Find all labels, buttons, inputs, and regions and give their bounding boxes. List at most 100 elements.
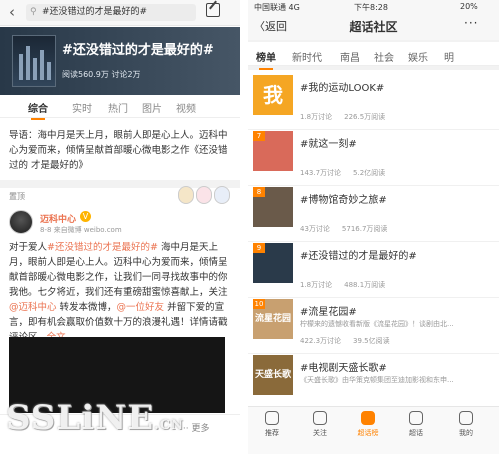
tab-comprehensive[interactable]: 综合: [28, 100, 48, 120]
heart-icon: [313, 411, 327, 425]
topic-name: #就这一刻#: [300, 139, 357, 150]
post-text-part: 对于爱人: [9, 242, 48, 253]
discussion-count: 422.3万讨论: [300, 337, 342, 345]
read-count: 39.5亿阅读: [353, 337, 390, 345]
rank-badge: 9: [253, 243, 265, 253]
tab-realtime[interactable]: 实时: [72, 100, 92, 115]
topic-list-item[interactable]: 流星花园 10 #流星花园# 柠檬来的遗憾收看新版《流星花园》！谈剧由北... 422.…: [248, 294, 499, 354]
more-menu-icon[interactable]: ···: [464, 16, 478, 30]
tab-nanchang[interactable]: 南昌: [340, 49, 360, 64]
search-bar: ‹ ⚲ #还没错过的才是最好的#: [0, 0, 240, 26]
topic-stats: 1.8万讨论 226.5万阅读: [300, 112, 397, 122]
bottom-tab-label: 超话榜: [357, 429, 379, 437]
tab-images[interactable]: 图片: [142, 100, 162, 115]
status-bar: 中国联通 4G 下午8:28 20%: [248, 0, 499, 14]
bottom-tab-label: 超话: [409, 429, 423, 437]
read-count: 5.2亿阅读: [353, 169, 386, 177]
topic-image-text: 天盛长歌: [254, 370, 291, 380]
topic-stats: 422.3万讨论 39.5亿阅读: [300, 336, 402, 346]
user-icon: [459, 411, 473, 425]
tab-hot[interactable]: 热门: [108, 100, 128, 115]
category-tabs: 榜单 新时代 南昌 社会 娱乐 明: [248, 42, 499, 70]
topic-cover-image: [12, 35, 56, 87]
topic-list-item[interactable]: 8 #博物馆奇妙之旅# 43万讨论 5716.7万阅读: [248, 182, 499, 242]
topic-title: #还没错过的才是最好的#: [62, 43, 214, 58]
bottom-tab-supertopic[interactable]: 超话: [396, 411, 436, 438]
discussion-count: 143.7万讨论: [300, 169, 342, 177]
tab-new-era[interactable]: 新时代: [292, 49, 322, 64]
topic-image: 我: [253, 75, 293, 115]
topic-image: 9: [253, 243, 293, 283]
tab-stars[interactable]: 明: [444, 49, 454, 64]
topic-list-item[interactable]: 7 #就这一刻# 143.7万讨论 5.2亿阅读: [248, 126, 499, 186]
bottom-tab-follow[interactable]: 关注: [300, 411, 340, 438]
discussion-count: 1.8万讨论: [300, 113, 333, 121]
topic-name: #我的运动LOOK#: [300, 83, 385, 94]
topic-list-item[interactable]: 9 #还没错过的才是最好的# 1.8万讨论 488.1万阅读: [248, 238, 499, 298]
topic-guide: 导语：海中月是天上月，眼前人即是心上人。迈科中心为爱而来，倾情呈献首部暖心微电影…: [9, 130, 228, 171]
home-icon: [265, 411, 279, 425]
topic-image: 流星花园 10: [253, 299, 293, 339]
bottom-tab-mine[interactable]: 我的: [446, 411, 486, 438]
topic-list: 我 #我的运动LOOK# 1.8万讨论 226.5万阅读 7 #就这一刻# 143.7万讨论…: [248, 70, 499, 410]
tab-entertainment[interactable]: 娱乐: [408, 49, 428, 64]
left-screen: ‹ ⚲ #还没错过的才是最好的# #还没错过的才是最好的# 阅读560.9万 讨…: [0, 0, 240, 454]
search-icon: ⚲: [30, 7, 37, 17]
topic-image: 7: [253, 131, 293, 171]
discussion-count: 43万讨论: [300, 225, 330, 233]
topic-description: 柠檬来的遗憾收看新版《流星花园》！谈剧由北...: [300, 320, 454, 328]
read-count: 488.1万阅读: [344, 281, 386, 289]
battery-text: 20%: [460, 2, 478, 11]
discussion-count: 1.8万讨论: [300, 281, 333, 289]
right-screen: 中国联通 4G 下午8:28 20% 〈返回 超话社区 ··· 榜单 新时代 南…: [248, 0, 499, 454]
mention-link[interactable]: @迈科中心: [9, 302, 57, 313]
result-tabs: 综合 实时 热门 图片 视频: [0, 96, 240, 120]
search-input[interactable]: ⚲ #还没错过的才是最好的#: [26, 4, 196, 21]
tab-ranking[interactable]: 榜单: [256, 49, 276, 70]
topic-image: 8: [253, 187, 293, 227]
hashtag-link[interactable]: #还没错过的才是最好的#: [47, 242, 158, 253]
topic-stats: 阅读560.9万 讨论2万: [62, 70, 141, 79]
post-meta: 8-8 来自微博 weibo.com: [40, 226, 122, 234]
page-title: 超话社区: [349, 20, 398, 34]
post-text-part: 转发本微博，: [56, 302, 117, 313]
rank-badge: 8: [253, 187, 265, 197]
topic-stats: 43万讨论 5716.7万阅读: [300, 224, 399, 234]
topic-description: 《天盛长歌》由华策克顿集团至迪加影视和东申...: [300, 376, 454, 384]
read-count: 226.5万阅读: [344, 113, 386, 121]
topic-banner: #还没错过的才是最好的# 阅读560.9万 讨论2万: [0, 27, 240, 95]
bottom-tab-ranking[interactable]: 超话榜: [348, 411, 388, 438]
back-chevron-icon[interactable]: ‹: [9, 3, 15, 21]
watermark-logo: SSLiNE.CN: [6, 398, 184, 438]
tab-videos[interactable]: 视频: [176, 100, 196, 115]
watermark-suffix: .CN: [154, 418, 184, 433]
avatar[interactable]: [9, 210, 33, 234]
topic-name: #博物馆奇妙之旅#: [300, 195, 387, 206]
tab-society[interactable]: 社会: [374, 49, 394, 64]
topic-name: #还没错过的才是最好的#: [300, 251, 417, 262]
mention-link[interactable]: @一位好友: [117, 302, 165, 313]
post-username[interactable]: 迈科中心: [40, 212, 76, 225]
topic-name: #电视剧天盛长歌#: [300, 363, 387, 374]
list-icon: [361, 411, 375, 425]
search-query: #还没错过的才是最好的#: [42, 7, 148, 17]
topic-image: 天盛长歌: [253, 355, 293, 395]
bottom-tab-recommend[interactable]: 推荐: [252, 411, 292, 438]
bottom-tab-label: 我的: [459, 429, 473, 437]
topic-list-item[interactable]: 天盛长歌 #电视剧天盛长歌# 《天盛长歌》由华策克顿集团至迪加影视和东申...: [248, 350, 499, 410]
read-count: 5716.7万阅读: [341, 225, 388, 233]
rank-badge: 10: [253, 299, 265, 309]
watermark-text: SSLiNE: [6, 398, 155, 438]
carrier-text: 中国联通 4G: [254, 3, 300, 12]
pinned-label: 置顶: [9, 192, 25, 201]
verified-badge-icon: V: [80, 211, 91, 222]
more-button[interactable]: ··· 更多: [180, 421, 209, 434]
topic-stats: 143.7万讨论 5.2亿阅读: [300, 168, 397, 178]
post-text: 对于爱人#还没错过的才是最好的# 海中月是天上月，眼前人即是心上人。迈科中心为爱…: [9, 240, 235, 345]
compose-icon[interactable]: [206, 3, 220, 17]
bottom-tab-bar: 推荐 关注 超话榜 超话 我的: [248, 406, 499, 454]
topic-name: #流星花园#: [300, 307, 357, 318]
clock-text: 下午8:28: [354, 3, 388, 12]
topic-list-item[interactable]: 我 #我的运动LOOK# 1.8万讨论 226.5万阅读: [248, 70, 499, 130]
rank-badge: 7: [253, 131, 265, 141]
